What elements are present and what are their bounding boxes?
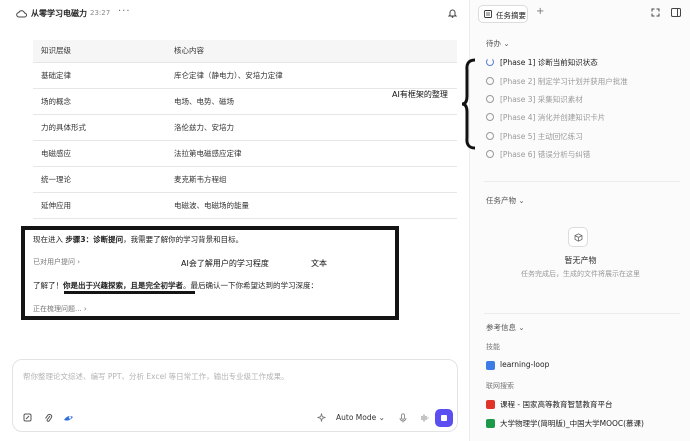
spinner-icon xyxy=(486,58,494,66)
microphone-icon[interactable] xyxy=(399,413,407,423)
table-cell: 法拉第电磁感应定律 xyxy=(166,140,457,167)
divider xyxy=(484,313,680,314)
todo-title: 待办 xyxy=(486,39,501,48)
tab-task-summary[interactable]: 任务摘要 xyxy=(478,5,528,23)
search-result-label: 大学物理学(简明版)_中国大学MOOC(慕课) xyxy=(500,419,644,428)
table-row: 力的具体形式 洛伦兹力、安培力 xyxy=(33,114,457,141)
chevron-down-icon: ⌄ xyxy=(516,196,525,205)
site-icon xyxy=(486,400,495,409)
composer-placeholder[interactable]: 帮你整理论文综述、编写 PPT、分析 Excel 等日常工作，输出专业级工作成果… xyxy=(23,371,289,382)
table-row: 电磁感应 法拉第电磁感应定律 xyxy=(33,140,457,167)
todo-label: [Phase 2] 制定学习计划并获用户批准 xyxy=(500,77,628,86)
attach-icon[interactable] xyxy=(44,413,53,423)
mode-selector[interactable]: Auto Mode ⌄ xyxy=(336,413,385,422)
knowledge-table: 知识层级 核心内容 基础定律 库仑定律（静电力）、安培力定律 场的概念 电场、电势、… xyxy=(33,40,457,219)
model-icon[interactable] xyxy=(63,413,74,423)
annotation-text: 文本 xyxy=(311,259,327,268)
site-icon xyxy=(486,419,495,428)
table-row: 统一理论 麦克斯韦方程组 xyxy=(33,166,457,193)
skills-label: 技能 xyxy=(486,343,500,351)
todo-label: [Phase 4] 消化并创建知识卡片 xyxy=(500,113,606,122)
chat-title[interactable]: 从零学习电磁力 xyxy=(31,8,87,19)
todo-label: [Phase 5] 主动回忆练习 xyxy=(500,132,583,141)
circle-icon xyxy=(486,95,494,103)
circle-icon xyxy=(486,132,494,140)
table-cell: 场的概念 xyxy=(33,88,166,115)
annotation-brace xyxy=(461,58,476,150)
chevron-down-icon: ⌄ xyxy=(376,413,385,422)
todo-label: [Phase 1] 诊断当前知识状态 xyxy=(500,58,598,67)
chevron-down-icon: ⌄ xyxy=(501,39,510,48)
screenshot-icon[interactable] xyxy=(23,413,32,422)
expand-icon[interactable] xyxy=(651,8,660,17)
table-cell: 电磁感应 xyxy=(33,140,166,167)
table-header-cell: 知识层级 xyxy=(33,40,166,63)
table-cell: 延伸应用 xyxy=(33,192,166,219)
cloud-icon xyxy=(16,10,27,18)
panel-toggle-icon[interactable] xyxy=(671,8,681,17)
add-tab-button[interactable]: + xyxy=(536,6,544,17)
chat-pane: 从零学习电磁力 23:27 ··· 知识层级 核心内容 基础定律 库仑定律（静电力… xyxy=(0,0,469,441)
mode-label: Auto Mode xyxy=(336,413,377,422)
task-summary-panel: 任务摘要 + 待办 ⌄ [Phase 1] 诊断当前知识状态 [Phase 2]… xyxy=(392,0,690,441)
table-cell: 库仑定律（静电力）、安培力定律 xyxy=(166,62,457,89)
skill-label: learning-loop xyxy=(500,360,550,369)
chat-header: 从零学习电磁力 23:27 ··· xyxy=(0,0,469,28)
circle-icon xyxy=(486,113,494,121)
refs-section-title[interactable]: 参考信息 ⌄ xyxy=(486,322,525,333)
circle-icon xyxy=(486,77,494,85)
empty-box-icon xyxy=(568,227,588,247)
message-composer[interactable]: 帮你整理论文综述、编写 PPT、分析 Excel 等日常工作，输出专业级工作成果… xyxy=(12,359,458,432)
search-result-label: 课程 - 国家高等教育智慧教育平台 xyxy=(500,400,613,409)
todo-label: [Phase 3] 采集知识素材 xyxy=(500,95,583,104)
annotation-box xyxy=(21,226,399,320)
circle-icon xyxy=(486,150,494,158)
table-cell: 基础定律 xyxy=(33,62,166,89)
table-header-cell: 核心内容 xyxy=(166,40,457,63)
list-icon xyxy=(484,10,492,18)
book-icon xyxy=(486,361,495,370)
tab-label: 任务摘要 xyxy=(496,11,526,20)
table-cell: 电磁波、电磁场的能量 xyxy=(166,192,457,219)
annotation-user-level: AI会了解用户的学习程度 xyxy=(181,259,269,268)
todo-section-title[interactable]: 待办 ⌄ xyxy=(486,38,510,49)
stop-button[interactable] xyxy=(435,409,453,427)
table-cell: 统一理论 xyxy=(33,166,166,193)
empty-title: 暂无产物 xyxy=(564,256,597,265)
refs-title: 参考信息 xyxy=(486,323,516,332)
bell-icon[interactable] xyxy=(448,8,457,18)
waveform-icon[interactable] xyxy=(419,413,429,423)
table-cell: 洛伦兹力、安培力 xyxy=(166,114,457,141)
empty-description: 任务完成后，生成的文件将展示在这里 xyxy=(521,270,640,278)
artifacts-title: 任务产物 xyxy=(486,196,516,205)
table-header-row: 知识层级 核心内容 xyxy=(33,40,457,63)
artifacts-section-title[interactable]: 任务产物 ⌄ xyxy=(486,195,525,206)
table-cell: 麦克斯韦方程组 xyxy=(166,166,457,193)
table-row: 基础定律 库仑定律（静电力）、安培力定律 xyxy=(33,62,457,89)
chat-time: 23:27 xyxy=(90,9,111,17)
table-cell: 力的具体形式 xyxy=(33,114,166,141)
divider xyxy=(484,181,680,182)
search-label: 联网搜索 xyxy=(486,382,514,390)
chevron-down-icon: ⌄ xyxy=(516,323,525,332)
sparkle-icon[interactable] xyxy=(317,413,326,422)
more-options-button[interactable]: ··· xyxy=(118,6,131,17)
table-row: 延伸应用 电磁波、电磁场的能量 xyxy=(33,192,457,219)
annotation-framework: AI有框架的整理 xyxy=(392,90,448,99)
todo-label: [Phase 6] 错误分析与纠错 xyxy=(500,150,591,159)
